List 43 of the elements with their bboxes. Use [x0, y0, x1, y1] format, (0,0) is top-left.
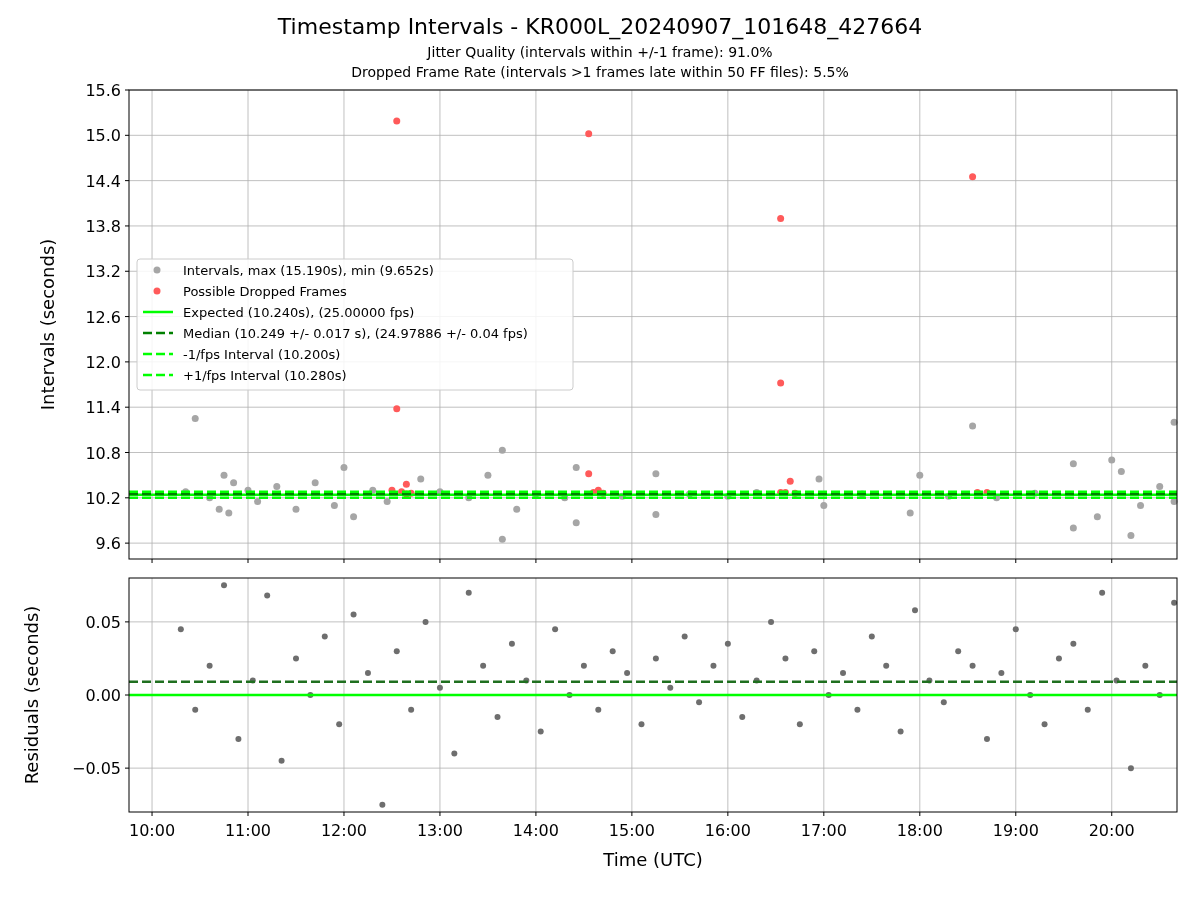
tick-label: 9.6	[95, 534, 121, 554]
axis-label: Time (UTC)	[603, 849, 703, 870]
tick-label: 14.4	[85, 171, 121, 191]
legend-label: +1/fps Interval (10.280s)	[183, 367, 347, 383]
tick-label: 15.6	[85, 81, 121, 100]
chart-subtitle: Jitter Quality (intervals within +/-1 frame): 91.0%	[427, 43, 773, 62]
tick-label: 14:00	[512, 821, 559, 840]
tick-label: 15:00	[608, 821, 655, 840]
axis-label: Intervals (seconds)	[37, 238, 58, 411]
legend-label: Median (10.249 +/- 0.017 s), (24.97886 +/- 0.04 fps)	[183, 325, 528, 341]
legend-label: Possible Dropped Frames	[183, 283, 347, 299]
tick-label: 12:00	[320, 821, 368, 840]
tick-label: 12.6	[85, 307, 121, 327]
tick-label: 13.8	[85, 216, 121, 236]
tick-label: 13:00	[416, 821, 463, 840]
tick-label: 0.00	[85, 686, 121, 705]
legend-marker-icon	[153, 266, 161, 274]
tick-label: 19:00	[992, 821, 1039, 840]
tick-label: 10.8	[85, 443, 121, 463]
tick-label: 17:00	[800, 821, 847, 840]
tick-label: 16:00	[704, 821, 751, 840]
tick-label: 18:00	[896, 821, 943, 840]
tick-label: 10:00	[129, 821, 176, 840]
legend-label: Intervals, max (15.190s), min (9.652s)	[183, 262, 434, 278]
legend-label: Expected (10.240s), (25.00000 fps)	[183, 304, 415, 320]
legend-dashed-line-icon	[143, 352, 173, 356]
tick-label: 10.2	[85, 488, 121, 508]
tick-label: 20:00	[1088, 821, 1135, 840]
tick-label: 15.0	[85, 126, 121, 146]
chart-title: Timestamp Intervals - KR000L_20240907_101648_427664	[277, 13, 923, 42]
tick-label: 12.0	[85, 352, 121, 372]
legend-dashed-line-icon	[143, 331, 173, 335]
legend-dashed-line-icon	[143, 373, 173, 377]
legend-label: -1/fps Interval (10.200s)	[183, 346, 341, 362]
chart-subtitle: Dropped Frame Rate (intervals >1 frames late within 50 FF files): 5.5%	[351, 63, 849, 82]
axis-label: Residuals (seconds)	[21, 605, 42, 785]
legend-marker-icon	[153, 287, 161, 295]
tick-label: 0.05	[85, 612, 121, 632]
tick-label: 11.4	[85, 398, 121, 418]
legend-line-icon	[143, 310, 173, 314]
tick-label: 13.2	[85, 262, 121, 282]
tick-label: −0.05	[71, 759, 121, 779]
tick-label: 11:00	[224, 821, 272, 840]
